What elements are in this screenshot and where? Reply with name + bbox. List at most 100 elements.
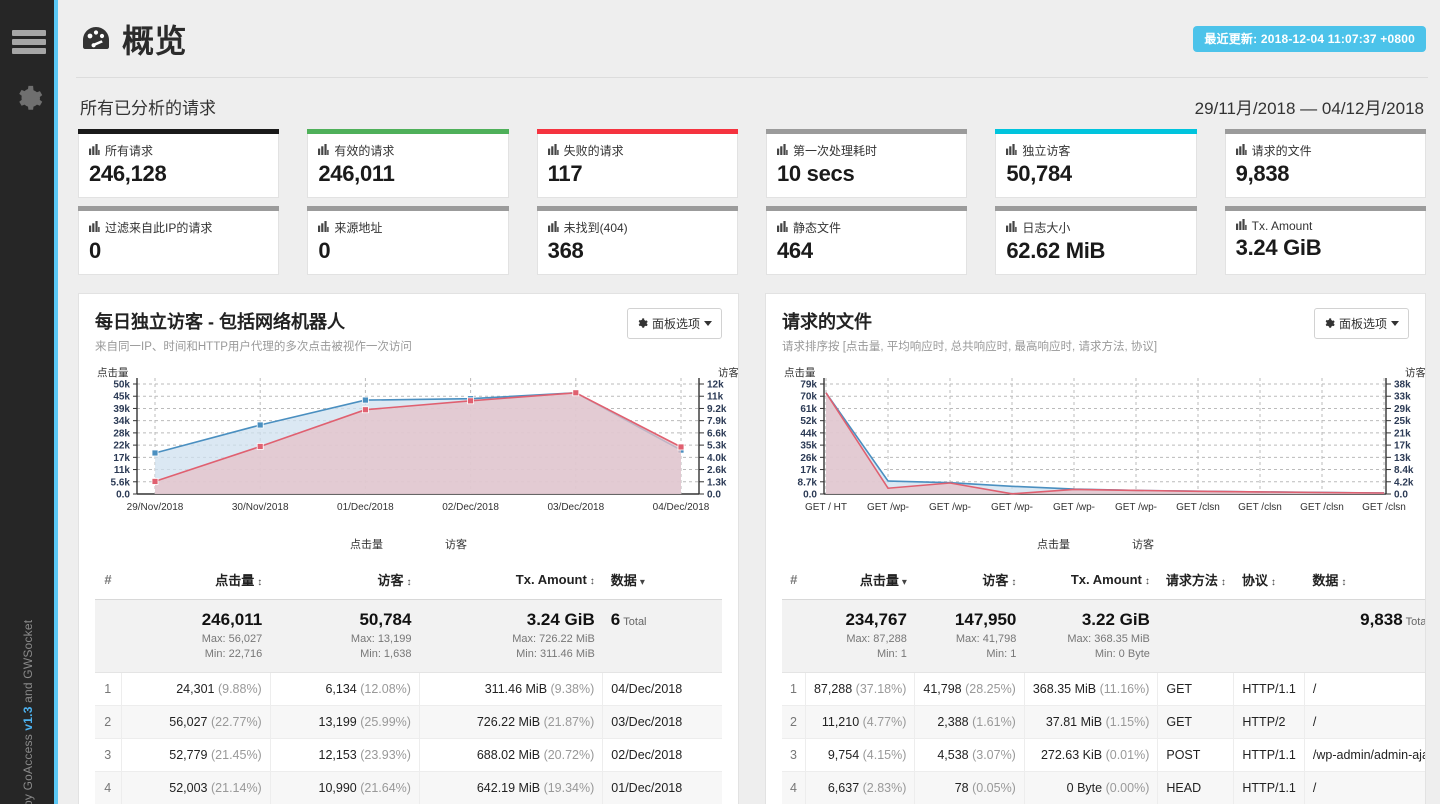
sort-icon[interactable]: ↕ [1011,577,1016,588]
col-header-idx[interactable]: # [95,564,121,600]
row-index: 2 [782,705,806,739]
table-summary-row: 234,767 Max: 87,288 Min: 1 147,950 Max: 41,7… [782,599,1425,673]
burger-bar [12,39,46,45]
svg-text:45k: 45k [113,392,130,403]
summary-vis: 147,950 Max: 41,798 Min: 1 [914,599,1025,673]
panel-options-button[interactable]: 面板选项 [1313,308,1409,339]
row-tx-amount: 37.81 MiB (1.15%) [1024,705,1159,739]
col-header-meth[interactable]: 请求方法 ↕ [1157,564,1234,600]
col-header-label: 数据 [610,573,637,588]
gear-glyph [19,85,43,110]
row-data: 02/Dec/2018 [602,738,722,772]
summary-tx-value: 3.22 GiB [1081,610,1150,629]
svg-text:GET / HT: GET / HT [805,502,847,513]
summary-hits-value: 246,011 [201,610,263,629]
sort-icon[interactable]: ↕ [590,576,595,587]
chart-svg: 点击量 访客0.05.6k11k17k22k28k34k39k45k50k0.01… [97,366,738,513]
sort-desc-icon[interactable]: ▾ [640,577,645,588]
card-label: 有效的请求 [318,142,497,159]
sort-icon[interactable]: ↕ [257,577,262,588]
row-hits-pct: (2.83%) [862,781,907,795]
table-row[interactable]: 2 56,027 (22.77%) 13,199 (25.99%) 726.22 Mi… [95,705,722,739]
table-body: 246,011 Max: 56,027 Min: 22,716 50,784 Max: … [95,599,722,804]
svg-text:4.2k: 4.2k [1394,477,1414,488]
table-row[interactable]: 2 11,210 (4.77%) 2,388 (1.61%) 37.81 MiB (1… [782,705,1425,739]
col-header-data[interactable]: 数据 ▾ [602,564,722,600]
col-header-hits[interactable]: 点击量 ↕ [121,564,271,600]
col-header-proto[interactable]: 协议 ↕ [1233,564,1305,600]
svg-text:61k: 61k [800,404,817,415]
table-row[interactable]: 4 6,637 (2.83%) 78 (0.05%) 0 Byte (0.00%) HE… [782,771,1425,804]
table-row[interactable]: 1 24,301 (9.88%) 6,134 (12.08%) 311.46 MiB … [95,672,722,706]
col-header-data[interactable]: 数据 ↕ [1304,564,1425,600]
col-header-vis[interactable]: 访客 ↕ [914,564,1025,600]
summary-tx-min: Min: 0 Byte [1094,648,1150,660]
card-label: 静态文件 [776,219,956,236]
summary-protocol [1233,599,1305,673]
chart-daily-unique-visitors: 点击量 访客 0.0 5.6k 11k 17k 22k 28k 34k 39k 45k 50k 0.0 1… [95,366,738,534]
overview-card: 日志大小 62.62 MiB [995,206,1197,275]
col-header-idx[interactable]: # [782,564,806,600]
svg-text:33k: 33k [1394,392,1411,403]
col-header-label: 访客 [377,573,404,588]
svg-text:8.7k: 8.7k [798,477,818,488]
svg-text:5.3k: 5.3k [707,441,727,452]
card-label-text: 日志大小 [1022,221,1071,235]
col-header-vis[interactable]: 访客 ↕ [270,564,420,600]
panel-head: 请求的文件 请求排序按 [点击量, 平均响应时, 总共响应时, 最高响应时, 请… [782,308,1409,354]
summary-tx-max: Max: 726.22 MiB [512,633,595,645]
card-label: 未找到(404) [547,219,727,236]
card-label-text: 来源地址 [334,221,383,235]
summary-idx [95,599,121,673]
row-visitors: 10,990 (21.64%) [270,771,420,804]
row-hits: 52,003 (21.14%) [121,771,271,804]
row-method: GET [1157,672,1235,706]
panel-options-button[interactable]: 面板选项 [626,308,722,339]
table-row[interactable]: 3 9,754 (4.15%) 4,538 (3.07%) 272.63 KiB (0… [782,738,1425,772]
sort-icon[interactable]: ↕ [1341,577,1346,588]
row-tx-pct: (0.01%) [1105,748,1150,762]
card-body: 静态文件 464 [765,211,968,275]
svg-text:34k: 34k [113,416,130,427]
card-body: Tx. Amount 3.24 GiB [1224,211,1426,275]
col-header-tx[interactable]: Tx. Amount ↕ [1024,564,1158,600]
svg-text:0.0: 0.0 [1394,490,1408,501]
sort-icon[interactable]: ↕ [406,577,411,588]
card-value: 368 [547,238,584,263]
card-label: 失败的请求 [547,142,727,159]
panel-title: 每日独立访客 - 包括网络机器人 [95,312,345,332]
table-row[interactable]: 3 52,779 (21.45%) 12,153 (23.93%) 688.02 Mi… [95,738,722,772]
row-hits: 6,637 (2.83%) [805,771,916,804]
panel-head: 每日独立访客 - 包括网络机器人 来自同一IP、时间和HTTP用户代理的多次点击… [95,308,722,354]
table-header-row: # 点击量 ▾ 访客 ↕ Tx. Amount ↕ 请求方法 ↕ 协议 ↕ 数据 ↕ [782,564,1425,600]
col-header-tx[interactable]: Tx. Amount ↕ [419,564,603,600]
hamburger-menu-icon[interactable] [0,27,58,57]
sort-desc-icon[interactable]: ▾ [902,577,907,588]
overview-card: 静态文件 464 [765,206,968,275]
col-header-label: 请求方法 [1165,573,1218,588]
table-row[interactable]: 1 87,288 (37.18%) 41,798 (28.25%) 368.35 Mi… [782,672,1425,706]
gear-icon[interactable] [0,85,58,113]
row-visitors-pct: (1.61%) [972,715,1016,729]
summary-vis-value: 50,784 [359,610,412,629]
chart-svg: 点击量 访客0.08.7k17k26k35k44k52k61k70k79k0.04… [784,366,1425,513]
row-protocol: HTTP/2 [1233,705,1305,739]
sort-icon[interactable]: ↕ [1221,577,1226,588]
svg-text:38k: 38k [1394,380,1411,391]
row-index: 3 [95,738,122,772]
svg-text:11k: 11k [707,392,724,403]
row-tx-pct: (19.34%) [543,781,595,795]
table-row[interactable]: 4 52,003 (21.14%) 10,990 (21.64%) 642.19 Mi… [95,771,722,804]
summary-hits: 246,011 Max: 56,027 Min: 22,716 [121,599,271,673]
card-body: 过滤来自此IP的请求 0 [78,211,280,275]
panel-title: 请求的文件 [782,312,872,332]
sort-icon[interactable]: ↕ [1145,576,1150,587]
svg-text:17k: 17k [113,453,130,464]
row-data: /wp-admin/admin-aja [1304,738,1425,772]
sort-icon[interactable]: ↕ [1271,577,1276,588]
row-visitors: 41,798 (28.25%) [914,672,1025,706]
col-header-label: 点击量 [215,573,255,588]
card-body: 来源地址 0 [307,211,509,275]
bar-chart-icon [318,143,329,158]
col-header-hits[interactable]: 点击量 ▾ [805,564,915,600]
